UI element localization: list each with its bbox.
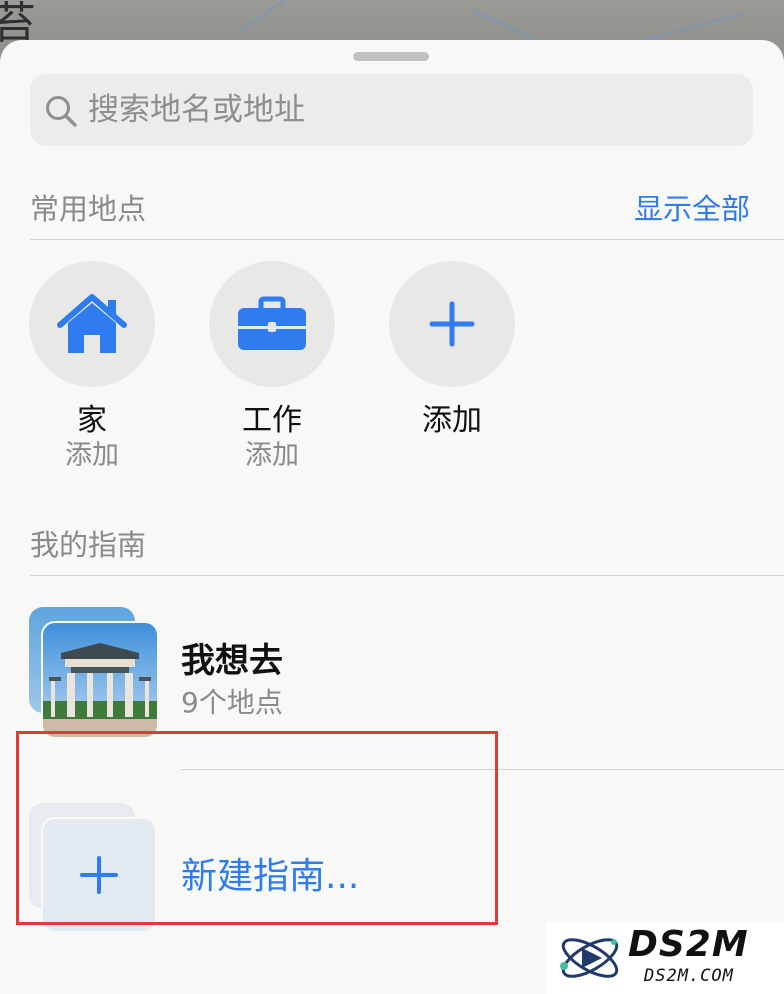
atom-logo-icon [560, 938, 619, 978]
favorite-work-sub: 添加 [245, 440, 299, 471]
favorite-work-name: 工作 [242, 403, 302, 438]
favorites-title: 常用地点 [30, 192, 147, 226]
guide-row[interactable]: 我想去 9个地点 [0, 607, 784, 739]
archway-photo-icon [43, 623, 157, 737]
favorite-add-name: 添加 [422, 403, 482, 438]
search-icon [46, 96, 77, 127]
guide-thumbnail-photo [41, 621, 159, 739]
guide-place-count: 9个地点 [181, 686, 283, 719]
show-all-link[interactable]: 显示全部 [634, 186, 750, 228]
house-icon [57, 294, 127, 353]
favorite-add[interactable]: 添加 [389, 261, 515, 439]
briefcase-icon [238, 296, 306, 350]
plus-icon [429, 301, 475, 347]
watermark: DS2M DS2M.COM [546, 922, 784, 994]
favorite-home-circle[interactable] [29, 261, 155, 387]
watermark-url: DS2M.COM [644, 966, 734, 986]
favorite-work[interactable]: 工作 添加 [209, 261, 335, 473]
guides-title: 我的指南 [30, 528, 147, 562]
guide-thumbnail [29, 607, 159, 739]
divider [30, 239, 784, 240]
favorite-home-sub: 添加 [65, 440, 119, 471]
favorite-work-circle[interactable] [209, 261, 335, 387]
search-bar[interactable] [30, 74, 753, 146]
sheet-grabber[interactable] [353, 52, 429, 61]
divider [30, 575, 784, 576]
guide-title: 我想去 [181, 641, 283, 681]
favorite-home[interactable]: 家 添加 [29, 261, 155, 473]
watermark-title: DS2M [628, 924, 749, 965]
favorite-home-name: 家 [77, 403, 107, 438]
favorite-add-circle[interactable] [389, 261, 515, 387]
highlight-box [16, 731, 498, 925]
map-road [239, 0, 339, 32]
search-input[interactable] [88, 74, 728, 146]
map-road [639, 11, 747, 42]
